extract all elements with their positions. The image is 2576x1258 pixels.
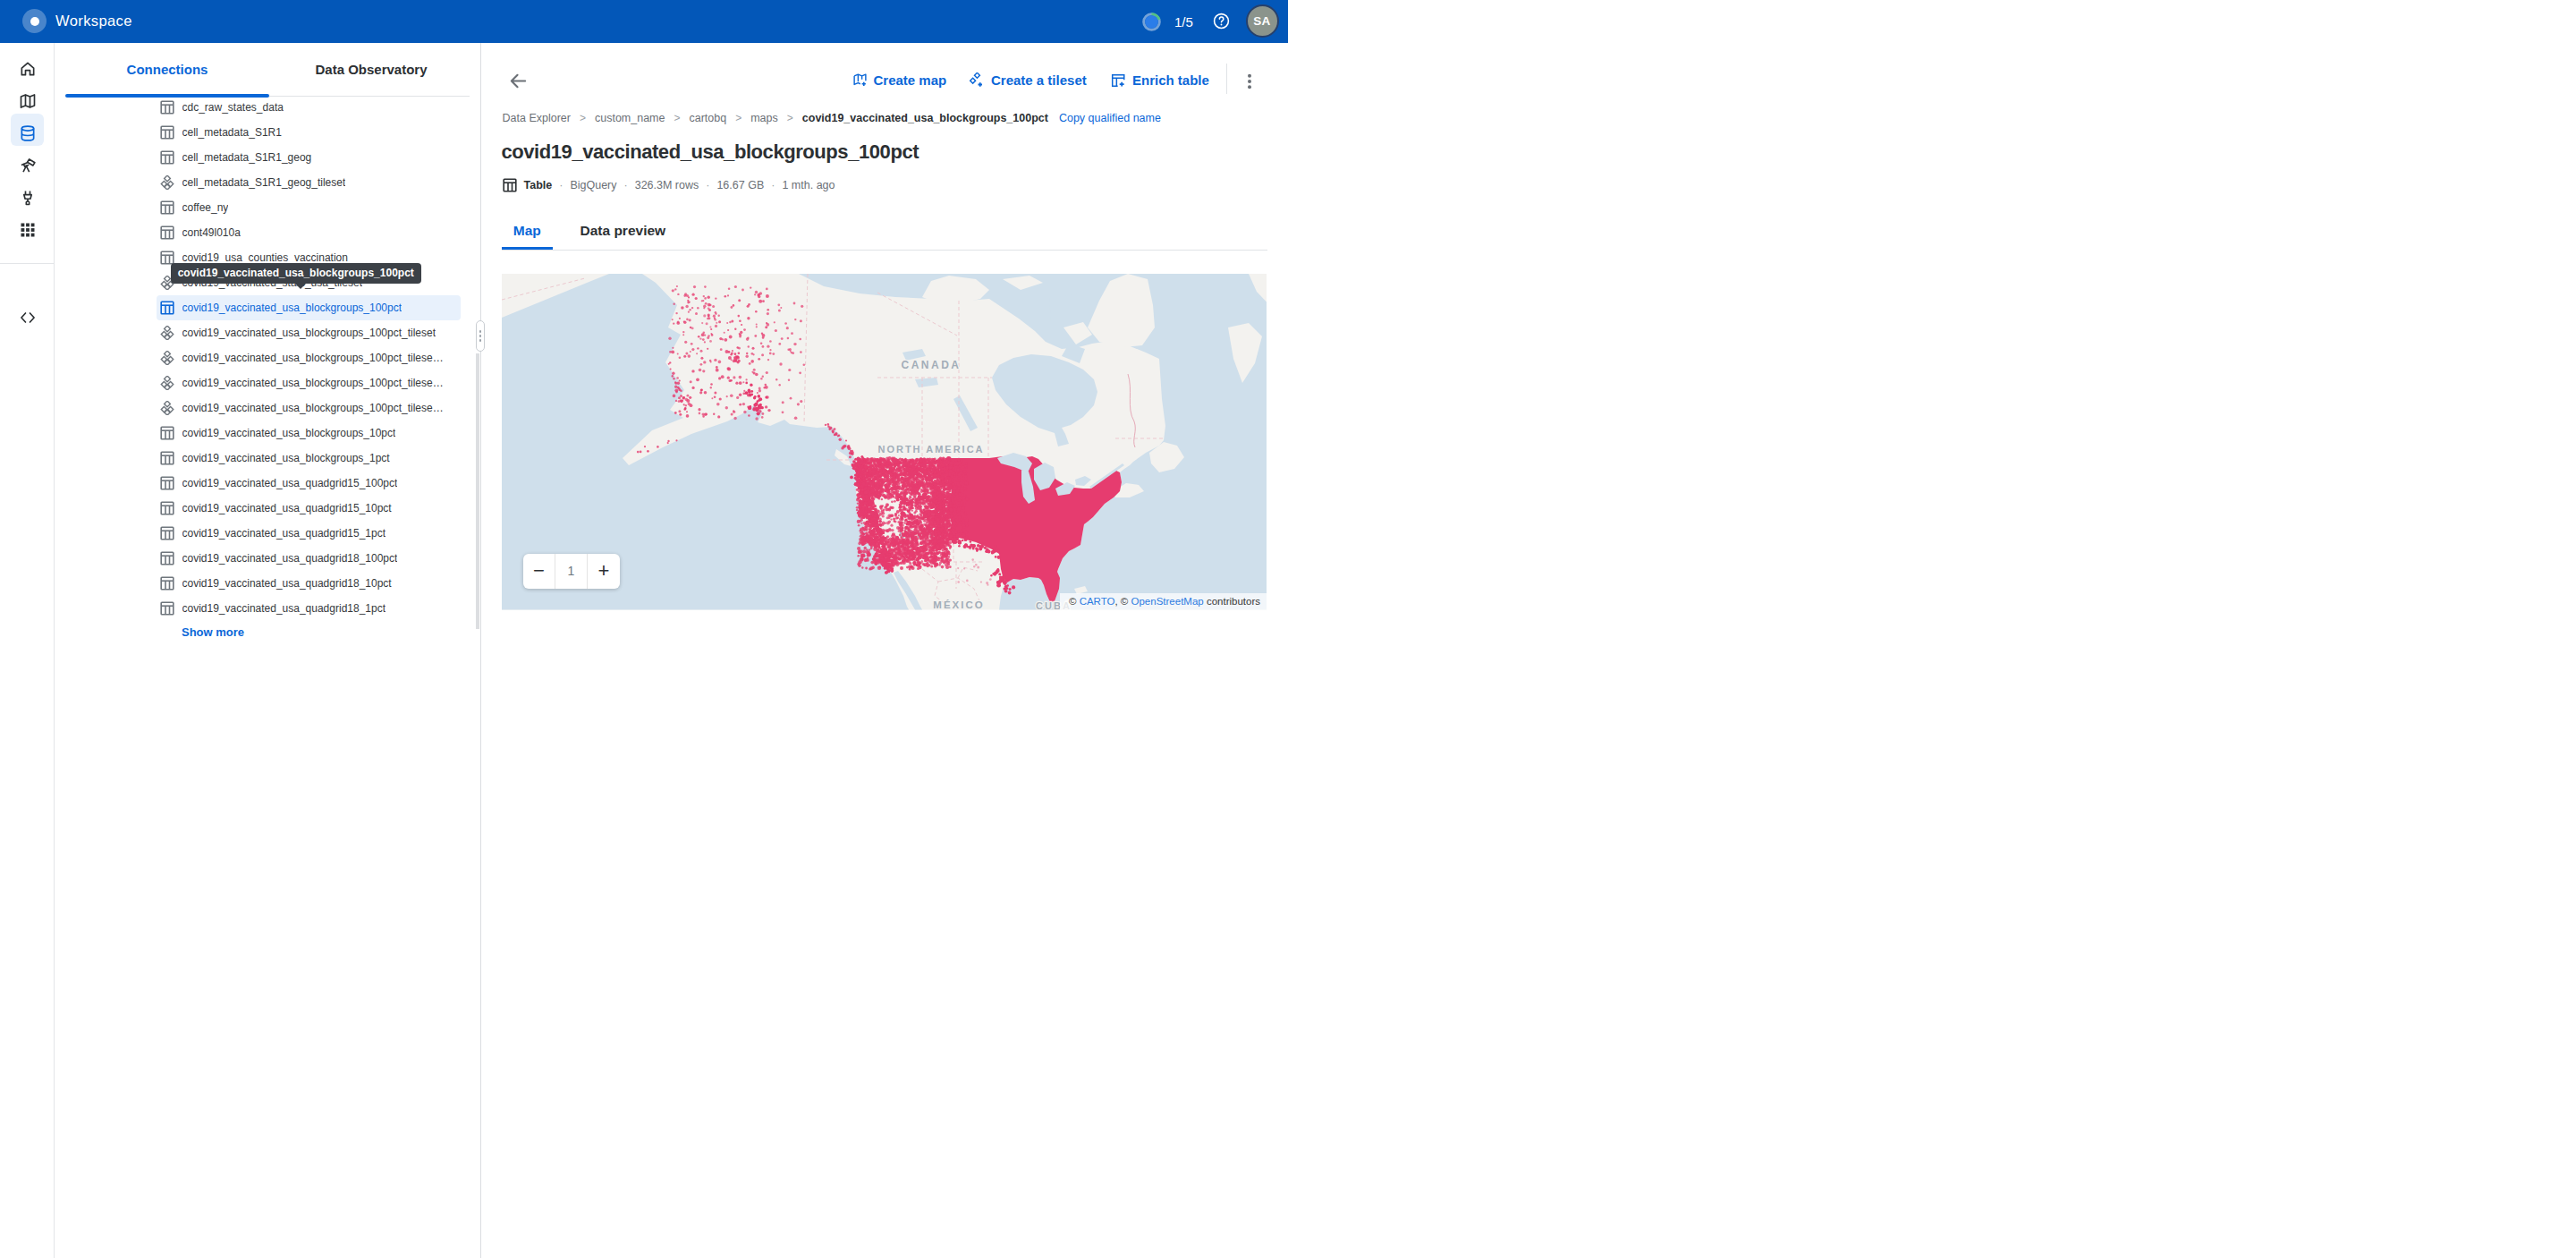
svg-text:MÉXICO: MÉXICO [933, 599, 984, 610]
svg-text:NORTH AMERICA: NORTH AMERICA [877, 444, 984, 455]
svg-text:CANADA: CANADA [901, 359, 961, 371]
